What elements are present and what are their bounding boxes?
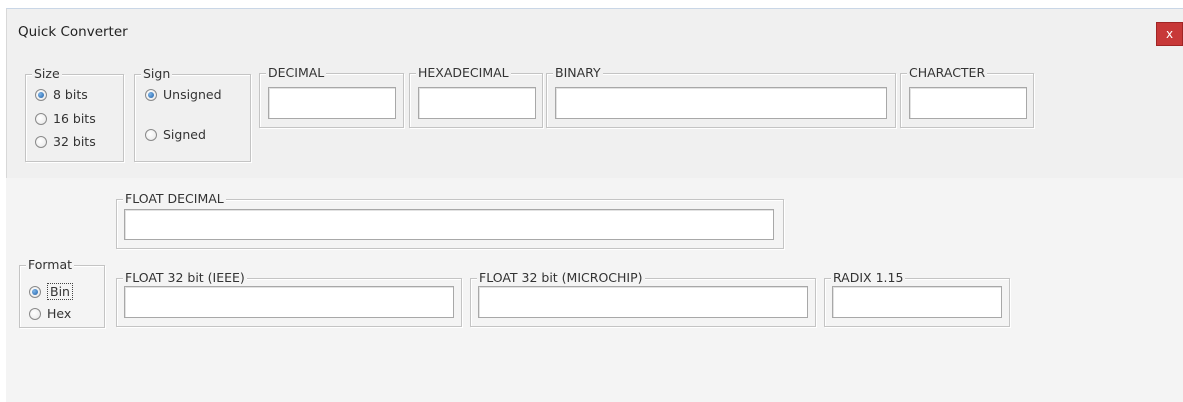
sign-signed-option[interactable]: Signed xyxy=(145,127,206,142)
hexadecimal-field[interactable] xyxy=(418,87,536,119)
radix-label: RADIX 1.15 xyxy=(831,270,906,286)
float-decimal-group: FLOAT DECIMAL xyxy=(116,191,784,249)
decimal-field[interactable] xyxy=(268,87,396,119)
size-8-bits-label: 8 bits xyxy=(53,87,88,102)
float-microchip-field[interactable] xyxy=(478,286,808,318)
character-group: CHARACTER xyxy=(900,65,1034,128)
float-decimal-label: FLOAT DECIMAL xyxy=(123,191,226,207)
binary-group: BINARY xyxy=(546,65,896,128)
radix-group: RADIX 1.15 xyxy=(824,270,1010,327)
size-8-bits-option[interactable]: 8 bits xyxy=(35,87,88,102)
float-microchip-label: FLOAT 32 bit (MICROCHIP) xyxy=(477,270,645,286)
size-legend: Size xyxy=(32,66,62,82)
size-16-bits-radio[interactable] xyxy=(35,112,47,125)
format-hex-label: Hex xyxy=(47,306,72,321)
format-hex-radio[interactable] xyxy=(29,307,41,320)
format-bin-radio[interactable] xyxy=(29,285,41,298)
window-title: Quick Converter xyxy=(18,24,128,40)
size-32-bits-option[interactable]: 32 bits xyxy=(35,134,96,149)
hexadecimal-group: HEXADECIMAL xyxy=(409,65,543,128)
binary-label: BINARY xyxy=(553,65,603,81)
size-32-bits-label: 32 bits xyxy=(53,134,96,149)
binary-field[interactable] xyxy=(555,87,887,119)
character-label: CHARACTER xyxy=(907,65,988,81)
size-16-bits-option[interactable]: 16 bits xyxy=(35,111,96,126)
format-hex-option[interactable]: Hex xyxy=(29,306,71,321)
format-bin-option[interactable]: Bin xyxy=(29,283,73,300)
float-ieee-group: FLOAT 32 bit (IEEE) xyxy=(116,270,462,327)
sign-group: Sign Unsigned Signed xyxy=(134,66,251,162)
sign-unsigned-option[interactable]: Unsigned xyxy=(145,87,222,102)
float-ieee-label: FLOAT 32 bit (IEEE) xyxy=(123,270,247,286)
sign-unsigned-radio[interactable] xyxy=(145,88,157,101)
float-microchip-group: FLOAT 32 bit (MICROCHIP) xyxy=(470,270,816,327)
format-bin-label: Bin xyxy=(47,283,73,300)
decimal-label: DECIMAL xyxy=(266,65,327,81)
format-group: Format Bin Hex xyxy=(19,257,105,328)
radix-field[interactable] xyxy=(832,286,1002,318)
format-legend: Format xyxy=(26,257,75,273)
sign-signed-radio[interactable] xyxy=(145,128,157,141)
float-decimal-field[interactable] xyxy=(124,209,774,240)
sign-legend: Sign xyxy=(141,66,173,82)
size-16-bits-label: 16 bits xyxy=(53,111,96,126)
character-field[interactable] xyxy=(909,87,1027,119)
sign-signed-label: Signed xyxy=(163,127,206,142)
size-32-bits-radio[interactable] xyxy=(35,135,47,148)
decimal-group: DECIMAL xyxy=(259,65,404,128)
float-ieee-field[interactable] xyxy=(124,286,454,318)
hexadecimal-label: HEXADECIMAL xyxy=(416,65,511,81)
close-button[interactable]: x xyxy=(1156,22,1183,46)
size-group: Size 8 bits 16 bits 32 bits xyxy=(25,66,124,162)
size-8-bits-radio[interactable] xyxy=(35,88,47,101)
sign-unsigned-label: Unsigned xyxy=(163,87,222,102)
